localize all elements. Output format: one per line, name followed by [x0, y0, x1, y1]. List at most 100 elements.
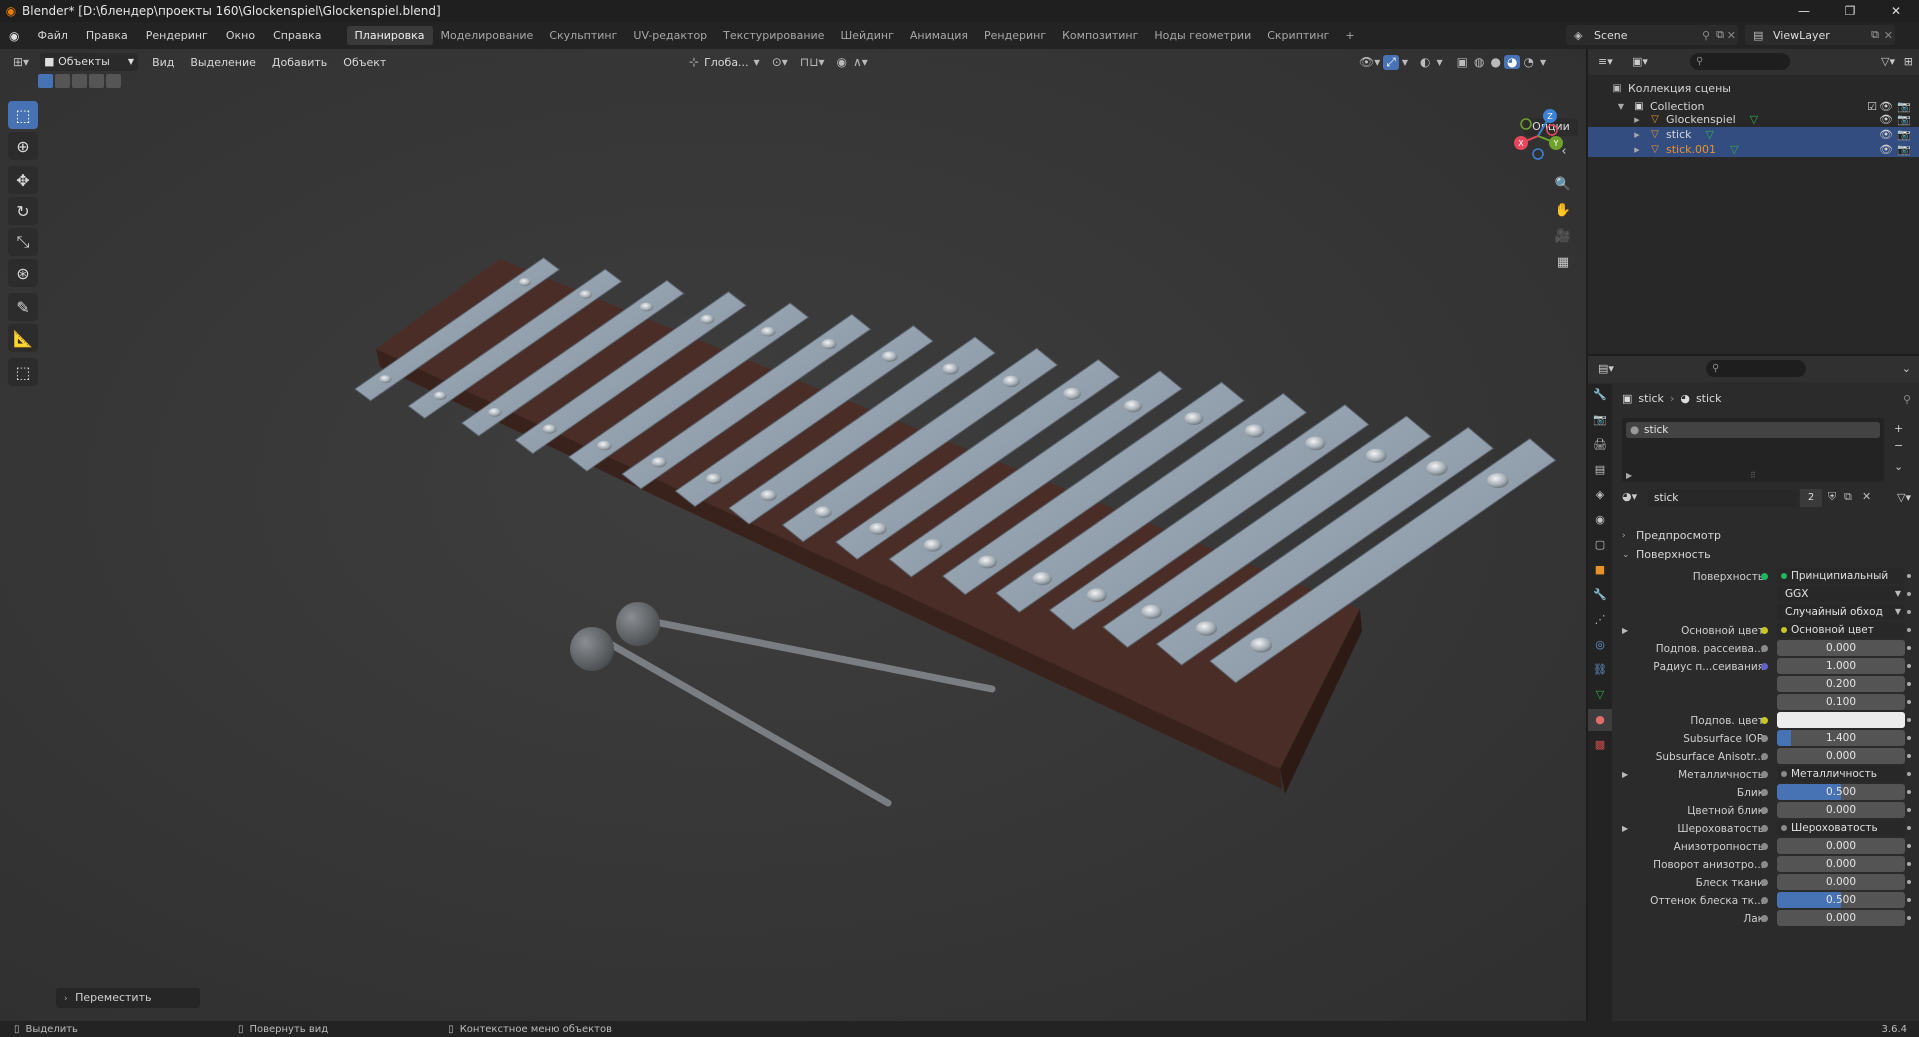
world-tab-icon[interactable]: ◉: [1588, 509, 1612, 531]
socket-icon[interactable]: [1761, 861, 1768, 868]
keyframe-dot-icon[interactable]: [1907, 718, 1911, 722]
add-workspace-button[interactable]: +: [1337, 26, 1362, 45]
close-button[interactable]: ✕: [1873, 0, 1919, 22]
filter-icon[interactable]: ▽▾: [1881, 55, 1895, 68]
remove-view-layer-icon[interactable]: ✕: [1884, 29, 1893, 42]
socket-icon[interactable]: [1761, 879, 1768, 886]
property-field[interactable]: Шероховатость: [1777, 820, 1905, 836]
collection-tab-icon[interactable]: ▢: [1588, 534, 1612, 556]
property-field[interactable]: 0.000: [1777, 640, 1905, 656]
view-layer-selector[interactable]: ▤ ViewLayer ⧉ ✕: [1745, 25, 1895, 45]
property-field[interactable]: [1777, 712, 1905, 728]
camera-icon[interactable]: 📷: [1897, 113, 1911, 126]
pin-icon[interactable]: ⚲: [1903, 393, 1911, 406]
property-field[interactable]: ▼ GGX: [1777, 586, 1905, 602]
output-tab-icon[interactable]: 🖨: [1588, 434, 1612, 456]
constraints-tab-icon[interactable]: ⛓: [1588, 659, 1612, 681]
property-field[interactable]: ▼ Случайный обход: [1777, 604, 1905, 620]
remove-scene-icon[interactable]: ✕: [1727, 29, 1736, 42]
keyframe-dot-icon[interactable]: [1907, 844, 1911, 848]
remove-slot-icon[interactable]: −: [1894, 439, 1903, 452]
keyframe-dot-icon[interactable]: [1907, 592, 1911, 596]
camera-icon[interactable]: 📷: [1897, 100, 1911, 113]
camera-icon[interactable]: 📷: [1897, 143, 1911, 156]
browse-material-icon[interactable]: ◕▾: [1622, 490, 1637, 503]
keyframe-dot-icon[interactable]: [1907, 880, 1911, 884]
keyframe-dot-icon[interactable]: [1907, 754, 1911, 758]
property-field[interactable]: Металличность: [1777, 766, 1905, 782]
material-users-count[interactable]: 2: [1800, 489, 1822, 507]
editor-type-icon[interactable]: ≡▾: [1598, 55, 1613, 68]
menu-item[interactable]: Файл: [28, 29, 76, 42]
material-slot[interactable]: ● stick: [1626, 422, 1880, 438]
socket-icon[interactable]: [1761, 807, 1768, 814]
view-layer-tab-icon[interactable]: ▤: [1588, 459, 1612, 481]
socket-icon[interactable]: [1761, 843, 1768, 850]
new-collection-icon[interactable]: ⊞: [1904, 55, 1913, 68]
menu-item[interactable]: Справка: [264, 29, 330, 42]
outliner-scene-collection[interactable]: ▣ Коллекция сцены: [1588, 79, 1919, 97]
maximize-button[interactable]: ❐: [1827, 0, 1873, 22]
unlink-material-icon[interactable]: ✕: [1862, 490, 1871, 503]
property-field[interactable]: Принципиальный BSDF: [1777, 568, 1905, 584]
keyframe-dot-icon[interactable]: [1907, 700, 1911, 704]
expand-arrow-icon[interactable]: ▶: [1630, 131, 1644, 139]
expand-arrow-icon[interactable]: ▶: [1622, 820, 1628, 838]
duplicate-material-icon[interactable]: ⧉: [1844, 490, 1852, 504]
camera-icon[interactable]: 📷: [1897, 128, 1911, 141]
workspace-tab[interactable]: Шейдинг: [832, 26, 901, 45]
workspace-tab[interactable]: Планировка: [346, 26, 433, 45]
particles-tab-icon[interactable]: ⋰: [1588, 609, 1612, 631]
3d-viewport[interactable]: ⊞▾ ■ Объекты ▼ Вид Выделение Добавить Объек…: [0, 49, 1586, 1021]
socket-icon[interactable]: [1761, 573, 1768, 580]
property-field[interactable]: 0.000: [1777, 856, 1905, 872]
menu-item[interactable]: Окно: [217, 29, 264, 42]
socket-icon[interactable]: [1761, 897, 1768, 904]
slot-specials-icon[interactable]: ⌄: [1894, 460, 1903, 473]
options-icon[interactable]: ⌄: [1902, 362, 1911, 375]
minimize-button[interactable]: —: [1781, 0, 1827, 22]
keyframe-dot-icon[interactable]: [1907, 628, 1911, 632]
property-field[interactable]: Основной цвет: [1777, 622, 1905, 638]
mesh-data-icon[interactable]: ▽: [1706, 128, 1714, 141]
outliner-object-row[interactable]: ▶ ▽ Glockenspiel ▽ 👁 📷: [1588, 112, 1919, 127]
property-field[interactable]: 0.000: [1777, 802, 1905, 818]
expand-arrow-icon[interactable]: ▼: [1614, 102, 1628, 111]
new-scene-icon[interactable]: ⧉: [1716, 28, 1724, 42]
workspace-tab[interactable]: Моделирование: [433, 26, 542, 45]
eye-icon[interactable]: 👁: [1879, 100, 1893, 113]
eye-icon[interactable]: 👁: [1879, 113, 1893, 126]
socket-icon[interactable]: [1761, 717, 1768, 724]
socket-icon[interactable]: [1761, 663, 1768, 670]
keyframe-dot-icon[interactable]: [1907, 898, 1911, 902]
expand-arrow-icon[interactable]: ▶: [1626, 471, 1632, 480]
outliner-search-input[interactable]: ⚲: [1690, 53, 1790, 70]
expand-arrow-icon[interactable]: ▶: [1622, 622, 1628, 640]
surface-section-header[interactable]: ⌄ Поверхность: [1612, 545, 1919, 565]
keyframe-dot-icon[interactable]: [1907, 916, 1911, 920]
expand-arrow-icon[interactable]: ▶: [1622, 766, 1628, 784]
object-tab-icon[interactable]: ■: [1588, 559, 1612, 581]
modifier-tab-icon[interactable]: 🔧: [1588, 584, 1612, 606]
outliner-object-row[interactable]: ▶ ▽ stick.001 ▽ 👁 📷: [1588, 142, 1919, 157]
checkbox-icon[interactable]: ☑: [1867, 100, 1877, 113]
workspace-tab[interactable]: Скриптинг: [1259, 26, 1337, 45]
socket-icon[interactable]: [1761, 789, 1768, 796]
mesh-data-icon[interactable]: ▽: [1750, 113, 1758, 126]
material-name-field[interactable]: stick: [1648, 489, 1798, 507]
last-operator-panel[interactable]: › Переместить: [56, 988, 200, 1008]
keyframe-dot-icon[interactable]: [1907, 862, 1911, 866]
property-field[interactable]: 0.000: [1777, 910, 1905, 926]
pin-icon[interactable]: ⚲: [1702, 29, 1710, 42]
keyframe-dot-icon[interactable]: [1907, 790, 1911, 794]
new-view-layer-icon[interactable]: ⧉: [1871, 28, 1879, 42]
data-tab-icon[interactable]: ▽: [1588, 684, 1612, 706]
socket-icon[interactable]: [1761, 771, 1768, 778]
socket-icon[interactable]: [1761, 645, 1768, 652]
add-slot-icon[interactable]: +: [1894, 422, 1903, 435]
workspace-tab[interactable]: UV-редактор: [625, 26, 715, 45]
material-tab-icon[interactable]: ●: [1588, 709, 1612, 731]
outliner-object-row[interactable]: ▶ ▽ stick ▽ 👁 📷: [1588, 127, 1919, 142]
workspace-tab[interactable]: Анимация: [902, 26, 976, 45]
property-field[interactable]: 0.100: [1777, 694, 1905, 710]
